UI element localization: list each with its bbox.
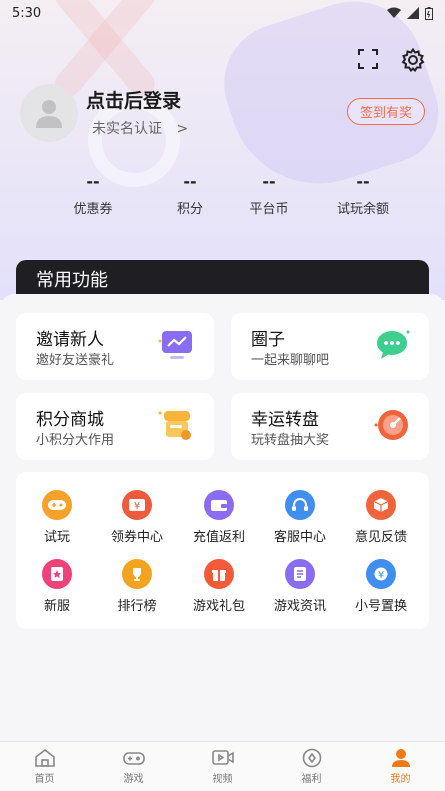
stat-platform-coins[interactable]: -- 平台币 (224, 172, 314, 217)
grid-item-game-gift[interactable]: 游戏礼包 (178, 559, 260, 614)
grid-item-recharge-rebate[interactable]: 充值返利 (178, 490, 260, 545)
chat-bubble-icon (377, 330, 410, 359)
grid-item-feedback[interactable]: 意见反馈 (340, 490, 422, 545)
gift-icon (204, 559, 234, 589)
grid-item-label: 充值返利 (192, 530, 245, 545)
grid-item-label: 试玩 (43, 530, 70, 545)
tab-label: 福利 (301, 774, 322, 785)
signal-icon (407, 7, 419, 19)
chart-board-icon (158, 331, 192, 359)
star-badge-icon (42, 559, 72, 589)
function-grid: 试玩 ¥ 领券中心 充值返利 客服中心 意见反馈 新服 排行榜 游戏礼包 游戏资… (16, 472, 429, 629)
status-time: 5:30 (12, 5, 42, 21)
header-background (0, 0, 445, 300)
card-title: 幸运转盘 (251, 410, 319, 430)
exchange-icon: ¥ (366, 559, 396, 589)
tab-home[interactable]: 首页 (0, 742, 89, 791)
news-icon (285, 559, 315, 589)
grid-item-game-news[interactable]: 游戏资讯 (259, 559, 341, 614)
tab-label: 游戏 (123, 774, 144, 785)
tab-label: 首页 (34, 774, 55, 785)
card-invite[interactable]: 邀请新人 邀好友送豪礼 (16, 313, 214, 380)
tab-label: 我的 (390, 774, 411, 785)
login-prompt[interactable]: 点击后登录 (86, 86, 181, 113)
stat-points[interactable]: -- 积分 (145, 172, 235, 217)
avatar[interactable] (20, 84, 78, 142)
grid-item-coupon-center[interactable]: ¥ 领券中心 (96, 490, 178, 545)
card-title: 圈子 (251, 330, 285, 350)
tab-video[interactable]: 视频 (178, 742, 267, 791)
stats-row: -- 优惠券 -- 积分 -- 平台币 -- 试玩余额 (0, 172, 445, 222)
stat-trial-balance[interactable]: -- 试玩余额 (318, 172, 408, 217)
card-subtitle: 一起来聊聊吧 (251, 353, 330, 368)
stat-value: -- (356, 172, 370, 191)
status-bar: 5:30 (0, 0, 445, 26)
stat-label: 试玩余额 (336, 202, 389, 217)
card-subtitle: 玩转盘抽大奖 (251, 433, 330, 448)
profile-icon (391, 749, 410, 767)
stat-label: 积分 (176, 202, 203, 217)
gamepad-icon (42, 490, 72, 520)
tab-label: 视频 (212, 774, 233, 785)
realname-label: 未实名认证 (92, 121, 162, 137)
grid-item-label: 游戏礼包 (192, 599, 245, 614)
stat-coupons[interactable]: -- 优惠券 (48, 172, 138, 217)
stat-label: 优惠券 (73, 202, 113, 217)
stat-value: -- (183, 172, 197, 191)
trophy-icon (122, 559, 152, 589)
svg-text:¥: ¥ (378, 570, 384, 581)
card-subtitle: 小积分大作用 (36, 433, 115, 448)
grid-item-label: 领券中心 (110, 530, 163, 545)
wallet-icon (204, 490, 234, 520)
chevron-right-icon: > (176, 121, 189, 137)
grid-item-label: 新服 (43, 599, 70, 614)
card-points-store[interactable]: 积分商城 小积分大作用 (16, 393, 214, 460)
grid-item-trial[interactable]: 试玩 (16, 490, 98, 545)
welfare-icon (302, 748, 321, 768)
grid-item-label: 小号置换 (354, 599, 407, 614)
grid-item-account-exchange[interactable]: ¥ 小号置换 (340, 559, 422, 614)
scan-icon[interactable] (357, 48, 379, 70)
card-title: 邀请新人 (36, 330, 104, 350)
checkin-button[interactable]: 签到有奖 (346, 98, 425, 125)
card-lucky-wheel[interactable]: 幸运转盘 玩转盘抽大奖 (231, 393, 429, 460)
svg-text:¥: ¥ (134, 501, 140, 512)
headset-icon (285, 490, 315, 520)
stat-value: -- (86, 172, 100, 191)
card-circle[interactable]: 圈子 一起来聊聊吧 (231, 313, 429, 380)
box-icon (366, 490, 396, 520)
card-title: 积分商城 (36, 410, 104, 430)
section-title: 常用功能 (36, 270, 108, 291)
tab-mine[interactable]: 我的 (356, 742, 445, 791)
video-icon (211, 750, 234, 765)
store-icon (158, 411, 191, 440)
wifi-icon (387, 7, 401, 18)
realname-status[interactable]: 未实名认证 > (92, 118, 188, 138)
grid-item-label: 客服中心 (273, 530, 326, 545)
home-icon (34, 748, 55, 767)
bottom-tab-bar: 首页 游戏 视频 福利 我的 (0, 741, 445, 791)
grid-item-label: 游戏资讯 (273, 599, 326, 614)
grid-item-customer-service[interactable]: 客服中心 (259, 490, 341, 545)
tab-games[interactable]: 游戏 (89, 742, 178, 791)
card-subtitle: 邀好友送豪礼 (36, 353, 115, 368)
stat-value: -- (262, 172, 276, 191)
coupon-icon: ¥ (122, 490, 152, 520)
settings-gear-icon[interactable] (401, 48, 425, 72)
battery-icon (425, 6, 433, 20)
tab-welfare[interactable]: 福利 (267, 742, 356, 791)
gamepad-icon (122, 752, 145, 765)
grid-item-leaderboard[interactable]: 排行榜 (96, 559, 178, 614)
user-silhouette-icon (36, 100, 62, 128)
functions-panel: 邀请新人 邀好友送豪礼 圈子 一起来聊聊吧 积分商城 小积分大作用 幸运转盘 玩… (0, 294, 445, 741)
grid-item-label: 意见反馈 (354, 530, 407, 545)
wheel-icon (374, 410, 408, 440)
grid-item-label: 排行榜 (117, 599, 157, 614)
stat-label: 平台币 (249, 202, 289, 217)
grid-item-new-server[interactable]: 新服 (16, 559, 98, 614)
